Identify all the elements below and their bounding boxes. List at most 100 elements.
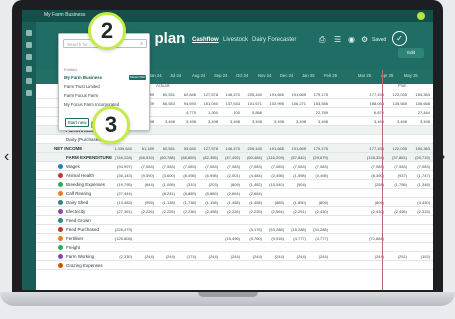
row-label: Freight xyxy=(66,245,81,250)
entities-heading: Entities xyxy=(64,67,78,72)
table-cell[interactable]: (29,719) xyxy=(404,155,430,160)
laptop-notch xyxy=(198,292,258,297)
tab-dairy-forecaster[interactable]: Dairy Forecaster xyxy=(252,37,296,43)
month-header: Feb 25 xyxy=(324,73,338,78)
category-icon xyxy=(58,263,63,268)
table-cell[interactable]: 5,888 xyxy=(236,110,262,115)
month-header: Oct 24 xyxy=(236,73,249,78)
table-cell[interactable]: 154,363 xyxy=(404,92,430,97)
search-placeholder: Search for... xyxy=(67,42,92,47)
table-cell[interactable]: (7,083) xyxy=(302,164,328,169)
table-row[interactable]: FARM EXPENDITURE (746,228) (68,519) (60,788… xyxy=(36,153,433,162)
table-row[interactable]: Freight xyxy=(36,243,433,252)
business-option-3[interactable]: Farm Focus Farm xyxy=(64,93,98,98)
edit-button[interactable]: Edit xyxy=(398,48,424,58)
search-icon: ⌕ xyxy=(140,41,143,47)
table-row[interactable]: Electricity (27,361) (2,226) (2,226) (2,236)… xyxy=(36,207,433,216)
chart-icon[interactable] xyxy=(26,54,32,60)
table-cell[interactable]: (7,083) xyxy=(404,164,430,169)
table-cell[interactable]: (806) xyxy=(358,200,384,205)
table-row[interactable]: Farm Working (2,330) (244) (244) (174) (244)(… xyxy=(36,252,433,261)
table-cell[interactable]: (1,747) xyxy=(404,173,430,178)
carousel-next-icon[interactable]: › xyxy=(440,148,445,166)
table-cell[interactable]: (1,348) xyxy=(404,182,430,187)
table-row[interactable]: Breeding Expenses (19,795) (844) (1,098) (31… xyxy=(36,180,433,189)
table-cell[interactable]: (2,315) xyxy=(404,209,430,214)
table-cell[interactable]: 179,175 xyxy=(302,92,328,97)
table-cell[interactable]: (125,808) xyxy=(106,236,132,241)
share-icon[interactable]: ☰ xyxy=(334,35,341,44)
table-row[interactable]: Calf Rearing (27,444) (8,241) (8,889) (8,889… xyxy=(36,189,433,198)
dashboard-icon[interactable] xyxy=(26,42,32,48)
table-cell[interactable]: (192) xyxy=(404,254,430,259)
table-cell[interactable]: 154,363 xyxy=(404,146,430,151)
settings-icon[interactable] xyxy=(26,90,32,96)
table-cell[interactable]: (806) xyxy=(302,200,328,205)
status-dot-icon xyxy=(417,12,425,20)
table-cell[interactable]: 106,668 xyxy=(404,101,430,106)
month-header: Jan 25 xyxy=(302,73,315,78)
carousel-prev-icon[interactable]: ‹ xyxy=(4,148,9,166)
table-cell[interactable]: (72,684) xyxy=(358,236,384,241)
month-header: Jan 24 xyxy=(149,73,162,78)
table-row[interactable]: Wages (94,997) (7,083) (7,083) (7,083) (7,083… xyxy=(36,162,433,171)
row-label: Fertiliser xyxy=(66,236,84,241)
row-label: Electricity xyxy=(66,209,86,214)
actuals-label: Actuals xyxy=(156,83,170,88)
tab-livestock[interactable]: Livestock xyxy=(223,37,248,43)
table-row[interactable]: NET INCOME 1,339,640 61,189 60,551 53,640 127… xyxy=(36,144,433,153)
callout-step-3: 3 xyxy=(92,106,130,144)
print-icon[interactable]: ⎙ xyxy=(319,35,325,45)
month-header: Jul 24 xyxy=(170,73,182,78)
table-cell[interactable]: (504) xyxy=(280,182,306,187)
tab-cashflow[interactable]: Cashflow xyxy=(192,37,219,43)
business-switcher[interactable]: My Farm Business xyxy=(44,12,85,18)
table-cell[interactable]: 22,789 xyxy=(302,110,328,115)
table-cell[interactable]: 153,586 xyxy=(302,101,328,106)
table-cell[interactable]: (27,444) xyxy=(106,191,132,196)
table-cell[interactable]: (3,498) xyxy=(302,173,328,178)
table-cell[interactable]: 179,175 xyxy=(302,146,328,151)
row-label: Breeding Expenses xyxy=(66,182,106,187)
month-header: Nov 24 xyxy=(258,73,272,78)
start-new-button[interactable]: Start new xyxy=(65,118,89,127)
month-header: Mar 25 xyxy=(358,73,372,78)
table-cell[interactable]: (2,664) xyxy=(236,191,262,196)
table-row[interactable]: Feed Grown xyxy=(36,216,433,225)
table-cell[interactable]: (2,430) xyxy=(302,209,328,214)
row-label: NET INCOME xyxy=(54,146,83,151)
table-cell[interactable]: 3,498 xyxy=(404,119,430,124)
month-header: Aug 24 xyxy=(192,73,206,78)
category-icon xyxy=(58,209,63,214)
table-row[interactable]: Feed Purchased (226,475) (5,176) (53,288) (1… xyxy=(36,225,433,234)
table-cell[interactable]: 6,870 xyxy=(358,110,384,115)
row-label: Wages xyxy=(66,164,80,169)
menu-icon[interactable] xyxy=(26,30,32,36)
table-cell[interactable]: (226,475) xyxy=(106,227,132,232)
sidebar xyxy=(22,22,36,290)
business-option-1[interactable]: My Farm Business xyxy=(64,75,102,80)
table-row[interactable]: Animal Health (36,143) (9,590) (3,600) (8,49… xyxy=(36,171,433,180)
table-cell[interactable]: (29,679) xyxy=(302,155,328,160)
table-cell[interactable]: 27,464 xyxy=(404,110,430,115)
row-label: Farm Working xyxy=(66,254,95,259)
table-row[interactable]: Grazing Expenses xyxy=(36,261,433,270)
report-icon[interactable] xyxy=(26,78,32,84)
table-cell[interactable]: (244) xyxy=(302,254,328,259)
table-row[interactable]: Dairy Shed (13,483) (995) (1,138) (1,738) (1,… xyxy=(36,198,433,207)
business-option-2[interactable]: Farm Trust Limited xyxy=(64,84,100,89)
row-label: Animal Health xyxy=(66,173,95,178)
row-label: Calf Rearing xyxy=(66,191,92,196)
table-cell[interactable]: (4,777) xyxy=(302,236,328,241)
month-header: Dec 24 xyxy=(280,73,294,78)
row-label: Dairy Shed xyxy=(66,200,89,205)
table-cell[interactable]: 3,498 xyxy=(302,119,328,124)
calendar-icon[interactable] xyxy=(26,66,32,72)
table-cell[interactable]: (4,430) xyxy=(404,200,430,205)
view-icon[interactable]: ◉ xyxy=(348,35,355,44)
table-row[interactable]: Fertiliser (125,808) (15,496) (5,760) (9,916… xyxy=(36,234,433,243)
settings-gear-icon[interactable]: ⚙ xyxy=(361,35,368,44)
save-check-icon[interactable]: ✓ xyxy=(392,31,407,46)
table-cell[interactable]: (34,288) xyxy=(302,227,328,232)
app-screen: My Farm Business ng plan Cashflow Livest… xyxy=(22,10,433,290)
